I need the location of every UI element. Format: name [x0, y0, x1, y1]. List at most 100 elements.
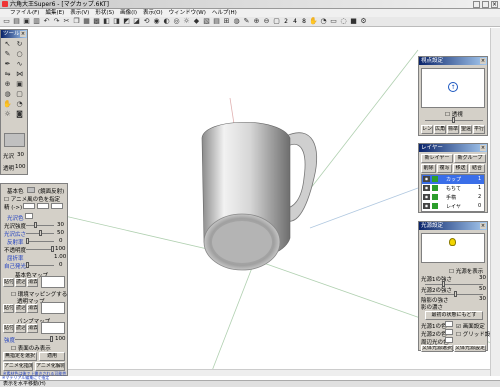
- light-icon[interactable]: ☼: [182, 17, 191, 26]
- perspective-icon[interactable]: ◪: [132, 17, 141, 26]
- quality-input-3[interactable]: [51, 203, 63, 209]
- menu-help[interactable]: ヘルプ(H): [212, 9, 237, 17]
- visibility-icon[interactable]: ◉: [423, 176, 430, 182]
- reset-light-button[interactable]: 最初の状態にもどす: [425, 311, 483, 320]
- new-file-icon[interactable]: ▭: [2, 17, 11, 26]
- maximize-button[interactable]: [482, 1, 489, 8]
- gloss-range-value[interactable]: 50: [57, 230, 64, 236]
- side-view-icon[interactable]: ◨: [112, 17, 121, 26]
- menu-edit[interactable]: 編集(E): [45, 9, 64, 17]
- eye-icon[interactable]: ◔: [319, 17, 328, 26]
- self-light-value[interactable]: 0: [59, 262, 63, 268]
- color-icon[interactable]: ■: [349, 17, 358, 26]
- wire-icon[interactable]: ⊞: [222, 17, 231, 26]
- gloss-value[interactable]: 30: [17, 152, 24, 158]
- bump-map-paste-button[interactable]: 貼付: [3, 324, 14, 333]
- print-icon[interactable]: ▥: [32, 17, 41, 26]
- base-map-preview[interactable]: [41, 276, 65, 288]
- use-color-checkbox[interactable]: ☐ アニメ風の色を指定: [4, 195, 60, 203]
- magnify-icon[interactable]: ⊕: [252, 17, 261, 26]
- merge-layer-button[interactable]: 結合: [469, 164, 485, 173]
- height-value[interactable]: 100: [55, 336, 66, 342]
- camera-view-icon[interactable]: ▭: [329, 17, 338, 26]
- apply-button[interactable]: 適用: [39, 352, 65, 361]
- gloss-strength-value[interactable]: 30: [57, 222, 64, 228]
- split-icon[interactable]: ⋈: [15, 70, 24, 79]
- base-color-swatch[interactable]: [27, 187, 35, 193]
- copy-layer-button[interactable]: 複写: [437, 164, 452, 173]
- transparency-slider[interactable]: [26, 246, 54, 252]
- arrow-icon[interactable]: ↖: [3, 40, 12, 49]
- transparency-value[interactable]: 100: [15, 164, 26, 170]
- zoom-level-2[interactable]: 2: [282, 18, 290, 25]
- bump-map-read-button[interactable]: 読込: [15, 324, 26, 333]
- layer-row[interactable]: ◉ 手楕 2: [422, 193, 484, 202]
- render-icon[interactable]: ◐: [162, 17, 171, 26]
- cut-icon[interactable]: ✂: [62, 17, 71, 26]
- zoom-level-8[interactable]: 8: [300, 18, 308, 25]
- parallel-button[interactable]: 平行: [473, 125, 485, 134]
- base-map-clear-button[interactable]: 消去: [27, 278, 38, 287]
- menu-display[interactable]: 表示(O): [143, 9, 163, 17]
- light-bulb-icon[interactable]: [449, 238, 456, 246]
- trans-map-paste-button[interactable]: 貼付: [3, 304, 14, 313]
- mirror-icon[interactable]: ⇋: [3, 70, 12, 79]
- sphere-icon[interactable]: ◍: [3, 90, 12, 99]
- camera-icon[interactable]: ◎: [172, 17, 181, 26]
- menu-image[interactable]: 画像(I): [120, 9, 137, 17]
- quality-input-1[interactable]: [23, 203, 35, 209]
- paste-icon[interactable]: ▦: [82, 17, 91, 26]
- layer-row[interactable]: ◉ レイヤ 0: [422, 202, 484, 211]
- top-view-icon[interactable]: ◩: [122, 17, 131, 26]
- rotate-view-icon[interactable]: ⟲: [142, 17, 151, 26]
- menu-file[interactable]: ファイル(F): [10, 9, 39, 17]
- gloss-range-slider[interactable]: [26, 230, 54, 236]
- light2-value[interactable]: 50: [479, 286, 486, 292]
- box-icon[interactable]: ▢: [15, 90, 24, 99]
- lens-button[interactable]: レンズ: [421, 125, 433, 134]
- light-view-area[interactable]: [421, 233, 485, 263]
- delete-layer-button[interactable]: 削除: [421, 164, 436, 173]
- lock-icon[interactable]: [432, 194, 438, 200]
- zoom-icon[interactable]: ⊕: [3, 80, 12, 89]
- visibility-icon[interactable]: ◉: [423, 194, 430, 200]
- close-icon[interactable]: ×: [480, 58, 486, 64]
- bump-map-clear-button[interactable]: 消去: [27, 324, 38, 333]
- circle-icon[interactable]: ○: [15, 50, 24, 59]
- perspective-slider[interactable]: [425, 117, 483, 123]
- transparency-value[interactable]: 100: [55, 246, 66, 252]
- visibility-icon[interactable]: ◉: [423, 185, 430, 191]
- gloss-strength-slider[interactable]: [26, 222, 54, 228]
- new-group-button[interactable]: 新グループ: [454, 154, 486, 163]
- grid-icon[interactable]: ▩: [92, 17, 101, 26]
- ambient-value[interactable]: 30: [479, 275, 486, 281]
- curve-icon[interactable]: ∿: [15, 60, 24, 69]
- visibility-icon[interactable]: ◉: [423, 203, 430, 209]
- settings-icon[interactable]: ⚙: [359, 17, 368, 26]
- base-map-paste-button[interactable]: 貼付: [3, 278, 14, 287]
- base-map-read-button[interactable]: 読込: [15, 278, 26, 287]
- brush-icon[interactable]: ✎: [3, 50, 12, 59]
- light-color-swatch[interactable]: [25, 213, 33, 219]
- tool-color-box[interactable]: [4, 133, 25, 147]
- menu-view[interactable]: 表示(V): [70, 9, 89, 17]
- self-light-slider[interactable]: [26, 262, 54, 268]
- move-layer-button[interactable]: 移送: [453, 164, 468, 173]
- height-slider[interactable]: [15, 336, 53, 342]
- vertical-scrollbar[interactable]: [490, 28, 500, 376]
- save-light-button[interactable]: 文体光源選択: [421, 345, 453, 352]
- ambient-color-swatch[interactable]: [445, 337, 453, 343]
- copy-icon[interactable]: ❐: [72, 17, 81, 26]
- lock-icon[interactable]: [432, 176, 438, 182]
- trans-map-read-button[interactable]: 読込: [15, 304, 26, 313]
- texture-icon[interactable]: ▧: [202, 17, 211, 26]
- layer-icon[interactable]: ▤: [212, 17, 221, 26]
- cube-icon[interactable]: ▣: [15, 80, 24, 89]
- tele-button[interactable]: 望遠: [460, 125, 472, 134]
- new-layer-button[interactable]: 新レイヤー: [421, 154, 453, 163]
- material-icon[interactable]: ◆: [192, 17, 201, 26]
- trans-map-clear-button[interactable]: 消去: [27, 304, 38, 313]
- hand-icon[interactable]: ✋: [309, 17, 318, 26]
- close-icon[interactable]: ×: [480, 223, 486, 229]
- light2-color-swatch[interactable]: [445, 329, 453, 335]
